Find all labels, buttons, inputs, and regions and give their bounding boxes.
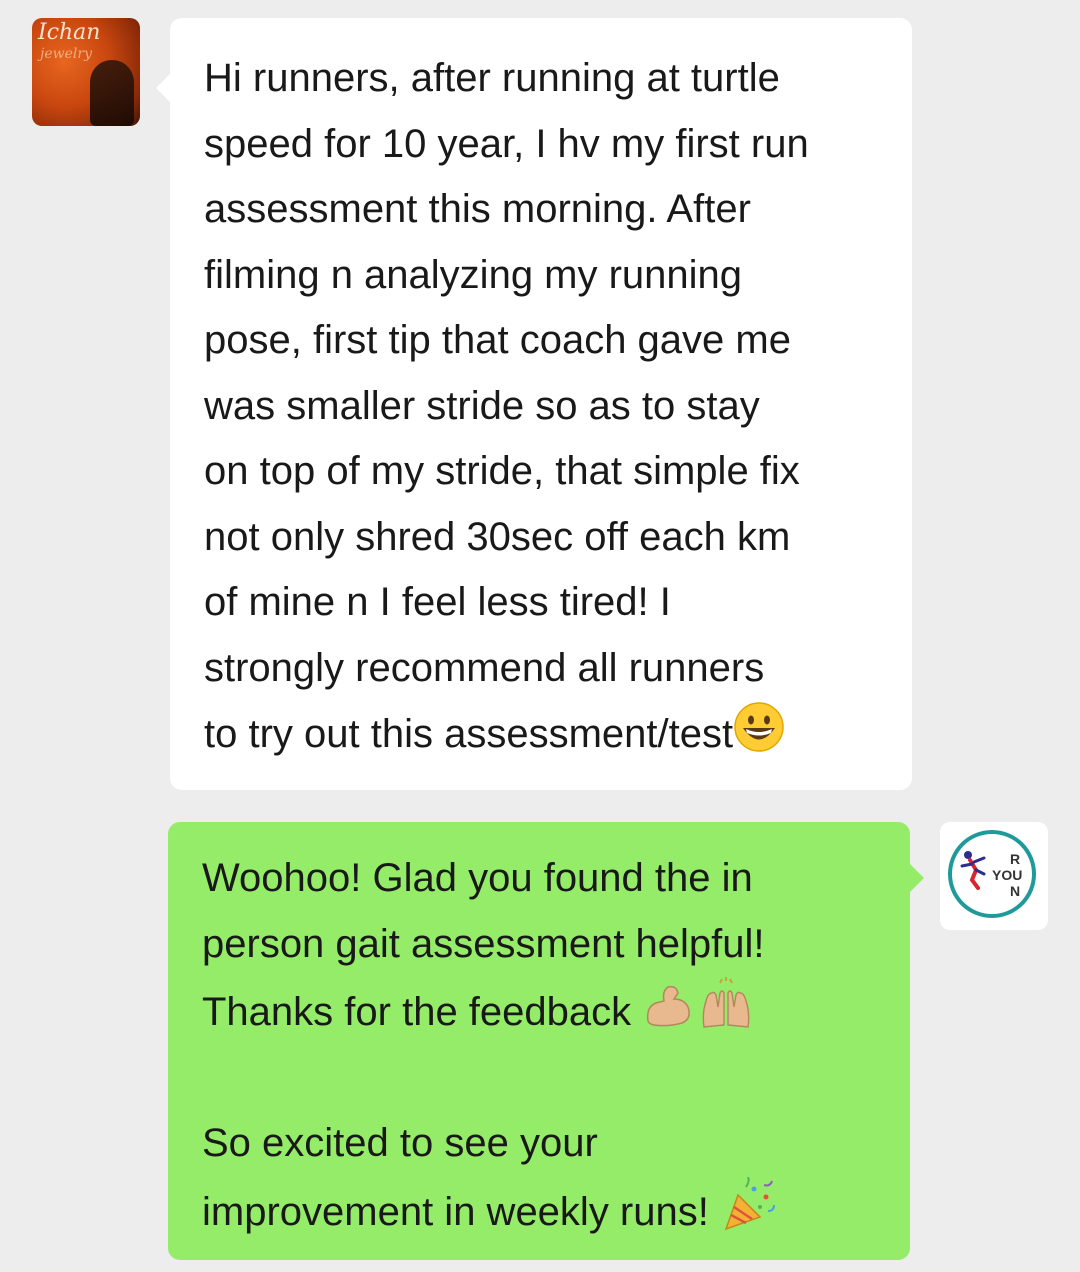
avatar-logo-subtext: jewelry (40, 46, 92, 62)
flexed-biceps-icon (647, 985, 691, 1027)
incoming-message-text: Hi runners, after running at turtle spee… (204, 46, 876, 768)
incoming-message-body: Hi runners, after running at turtle spee… (204, 56, 809, 756)
raising-hands-icon (702, 977, 750, 1028)
brand-letter-r: R (1010, 851, 1021, 867)
avatar-logo-text: Ichan (38, 20, 101, 45)
profile-photo-icon (90, 60, 134, 126)
party-popper-icon (724, 1176, 775, 1230)
outgoing-message-text: Woohoo! Glad you found the in person gai… (202, 846, 874, 1245)
sender-avatar[interactable]: Ichan jewelry (32, 18, 140, 126)
grinning-face-icon (734, 702, 784, 752)
chat-conversation: Ichan jewelry Hi runners, after running … (0, 0, 1080, 1272)
brand-letters-you: YOU (992, 867, 1023, 883)
outgoing-message-part2: So excited to see your improvement in we… (202, 1121, 709, 1234)
my-avatar[interactable]: R YOU N (940, 822, 1048, 930)
runner-logo-icon (960, 851, 986, 890)
outgoing-message-bubble[interactable]: Woohoo! Glad you found the in person gai… (168, 822, 924, 1260)
incoming-message-bubble[interactable]: Hi runners, after running at turtle spee… (156, 18, 912, 790)
brand-letter-n: N (1010, 883, 1021, 899)
